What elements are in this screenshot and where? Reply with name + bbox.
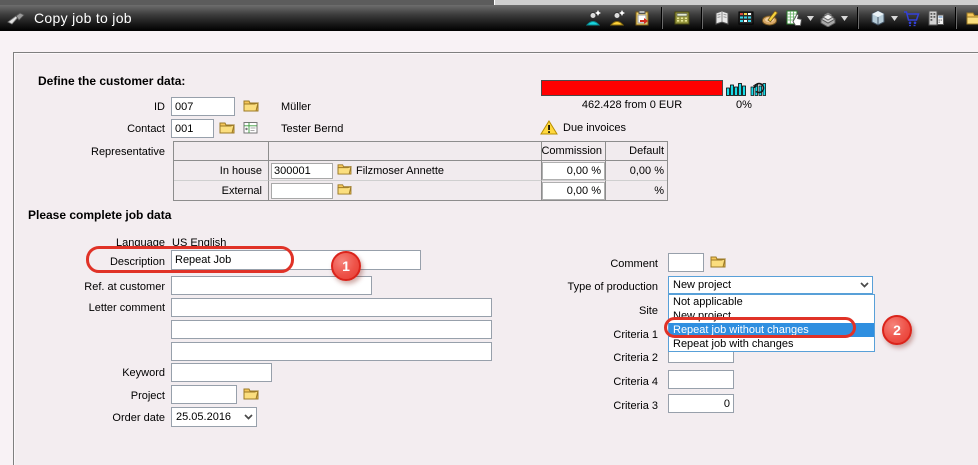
external-commission-input[interactable]: 0,00 % (542, 182, 605, 200)
dropdown-option-not-applicable[interactable]: Not applicable (669, 295, 874, 309)
project-input[interactable] (171, 385, 237, 404)
in-house-default-value: 0,00 % (605, 160, 667, 180)
ref-at-customer-label: Ref. at customer (40, 280, 165, 294)
refresh-chart-icon[interactable] (750, 80, 767, 99)
cube-dropdown-caret[interactable] (891, 12, 898, 24)
description-label: Description (60, 255, 165, 269)
project-browse-folder-icon[interactable] (243, 387, 259, 403)
in-house-cell: Filzmoser Annette (268, 160, 541, 180)
contact-input[interactable] (171, 119, 214, 138)
id-browse-folder-icon[interactable] (243, 99, 259, 115)
in-house-row-label: In house (174, 160, 268, 180)
paste-special-icon[interactable] (632, 8, 652, 28)
external-code-input[interactable] (271, 183, 333, 199)
bar-chart-icon[interactable] (726, 80, 747, 99)
type-of-production-chevron-down-icon[interactable] (856, 277, 872, 293)
toolbar (577, 5, 978, 31)
comment-label: Comment (520, 257, 658, 271)
keyword-label: Keyword (60, 366, 165, 380)
comment-input[interactable] (668, 253, 704, 272)
language-label: Language (60, 236, 165, 250)
cube-3d-icon[interactable] (868, 8, 888, 28)
letter-comment-input-3[interactable] (171, 342, 492, 361)
palette-edit-icon[interactable] (760, 8, 780, 28)
pick-list-icon[interactable] (784, 8, 804, 28)
representative-table: Commission Default In house Filzmoser An… (173, 141, 668, 201)
representative-label: Representative (40, 145, 165, 159)
keyword-input[interactable] (171, 363, 272, 382)
order-date-select[interactable]: 25.05.2016 (171, 407, 257, 427)
type-of-production-dropdown-list: Not applicable New project Repeat job wi… (668, 294, 875, 352)
dropdown-option-new-project[interactable]: New project (669, 309, 874, 323)
description-input[interactable] (171, 250, 421, 270)
external-row-label: External (174, 180, 268, 200)
order-date-value: 25.05.2016 (172, 411, 240, 423)
dropdown-option-repeat-with-changes[interactable]: Repeat job with changes (669, 337, 874, 351)
external-browse-folder-icon[interactable] (337, 183, 352, 198)
job-section-heading: Please complete job data (28, 208, 171, 222)
customer-name-text: Müller (281, 100, 311, 114)
criteria-3-label: Criteria 3 (520, 399, 658, 413)
external-default-value: % (605, 180, 667, 200)
brush-icon (7, 12, 25, 25)
copy-job-to-job-dialog: Copy job to job (0, 0, 978, 465)
external-commission-cell: 0,00 % (541, 180, 605, 200)
criteria-3-input[interactable] (668, 394, 734, 413)
default-column-header: Default (605, 142, 667, 160)
dropdown-option-repeat-without-changes[interactable]: Repeat job without changes (669, 323, 874, 337)
comment-browse-folder-icon[interactable] (710, 255, 726, 271)
customer-section-heading: Define the customer data: (38, 74, 185, 88)
credit-limit-bar (541, 80, 723, 96)
id-input[interactable] (171, 97, 235, 116)
user-add-cyan-icon[interactable] (584, 8, 604, 28)
copy-stack-icon[interactable] (818, 8, 838, 28)
in-house-commission-input[interactable]: 0,00 % (542, 162, 605, 180)
type-of-production-value: New project (669, 279, 856, 291)
letter-comment-input-1[interactable] (171, 298, 492, 317)
type-of-production-label: Type of production (520, 280, 658, 294)
user-add-yellow-icon[interactable] (608, 8, 628, 28)
criteria-1-label: Criteria 1 (520, 328, 658, 342)
project-label: Project (60, 389, 165, 403)
site-label: Site (520, 304, 658, 318)
step-badge-2: 2 (882, 315, 912, 345)
address-book-icon[interactable] (712, 8, 732, 28)
in-house-commission-cell: 0,00 % (541, 160, 605, 180)
contact-card-icon[interactable] (243, 121, 258, 137)
criteria-4-label: Criteria 4 (520, 375, 658, 389)
contact-browse-folder-icon[interactable] (219, 121, 235, 137)
shopping-cart-icon[interactable] (902, 8, 922, 28)
criteria-4-input[interactable] (668, 370, 734, 389)
in-house-code-input[interactable] (271, 163, 333, 179)
order-date-label: Order date (50, 411, 165, 425)
commission-column-header: Commission (541, 142, 605, 160)
step-badge-1: 1 (331, 251, 361, 281)
contact-label: Contact (60, 122, 165, 136)
language-value: US English (172, 236, 226, 250)
copy-stack-dropdown-caret[interactable] (841, 12, 848, 24)
external-cell (268, 180, 541, 200)
letter-comment-input-2[interactable] (171, 320, 492, 339)
due-invoices-label: Due invoices (563, 121, 626, 135)
in-house-browse-folder-icon[interactable] (337, 163, 352, 178)
calendar-icon[interactable] (736, 8, 756, 28)
warning-icon (540, 120, 558, 138)
criteria-2-label: Criteria 2 (520, 351, 658, 365)
type-of-production-select[interactable]: New project (668, 276, 873, 294)
company-calculator-icon[interactable] (926, 8, 946, 28)
pick-list-dropdown-caret[interactable] (807, 12, 814, 24)
order-date-chevron-down-icon[interactable] (240, 408, 256, 426)
titlebar[interactable]: Copy job to job (0, 5, 978, 31)
credit-amount-text: 462.428 from 0 EUR (531, 99, 733, 111)
letter-comment-label: Letter comment (40, 301, 165, 315)
open-folder-icon[interactable] (966, 8, 978, 28)
contact-name-text: Tester Bernd (281, 122, 343, 136)
calculator-icon[interactable] (672, 8, 692, 28)
credit-percent-text: 0% (722, 99, 766, 111)
id-label: ID (60, 100, 165, 114)
in-house-rep-name: Filzmoser Annette (356, 165, 444, 177)
window-title: Copy job to job (34, 10, 132, 26)
